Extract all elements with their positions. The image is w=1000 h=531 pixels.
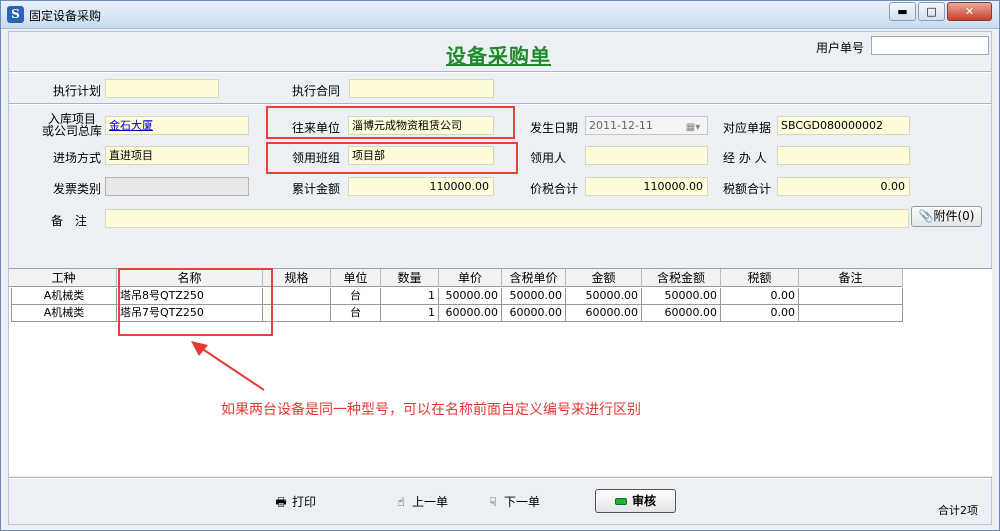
status-led-icon: [614, 498, 627, 505]
cell-qty[interactable]: 1: [381, 305, 439, 322]
print-label: 打印: [292, 495, 317, 509]
annotation-note: 如果两台设备是同一种型号，可以在名称前面自定义编号来进行区别: [221, 402, 641, 418]
exec-contract-label: 执行合同: [292, 84, 341, 98]
cell-taxed-price[interactable]: 60000.00: [502, 305, 566, 322]
cell-spec[interactable]: [263, 305, 331, 322]
storage-project-input[interactable]: 金石大厦: [105, 116, 249, 135]
page-title: 设备采购单: [446, 44, 551, 68]
exec-contract-input[interactable]: [349, 79, 494, 98]
window-title: 固定设备采购: [29, 9, 102, 23]
col-header-unit[interactable]: 单位: [331, 269, 381, 287]
cell-taxed-price[interactable]: 50000.00: [502, 288, 566, 305]
cell-amount[interactable]: 50000.00: [566, 288, 642, 305]
pointing-down-icon: ☟: [489, 495, 497, 509]
cell-qty[interactable]: 1: [381, 288, 439, 305]
tax-sum-value: 0.00: [777, 177, 910, 196]
tax-total-value: 110000.00: [585, 177, 708, 196]
close-button[interactable]: ✕: [947, 2, 992, 21]
invoice-type-label: 发票类别: [53, 182, 102, 196]
highlight-team: [266, 142, 518, 174]
highlight-name-column: [118, 268, 273, 336]
calendar-dropdown-icon[interactable]: ▦▾: [678, 119, 708, 138]
user-no-input[interactable]: [871, 36, 989, 55]
cell-amount[interactable]: 60000.00: [566, 305, 642, 322]
highlight-partner: [266, 106, 515, 139]
entry-mode-input[interactable]: 直进项目: [105, 146, 249, 165]
receiver-label: 领用人: [530, 151, 567, 165]
storage-project-label-line2: 或公司总库: [42, 124, 103, 138]
cell-tax[interactable]: 0.00: [721, 288, 799, 305]
handler-input[interactable]: [777, 146, 910, 165]
printer-icon: 🖶: [275, 495, 287, 509]
divider: [9, 71, 991, 73]
cell-unit[interactable]: 台: [331, 288, 381, 305]
tax-sum-label: 税额合计: [723, 182, 772, 196]
cell-remark[interactable]: [799, 305, 903, 322]
app-window: S 固定设备采购 ▬ □ ✕ 设备采购单 用户单号 执行计划 执行合同 入库项目…: [0, 0, 1000, 531]
pointing-up-icon: ☝: [397, 495, 405, 509]
divider: [9, 103, 991, 105]
date-label: 发生日期: [530, 121, 579, 135]
minimize-button[interactable]: ▬: [889, 2, 916, 21]
handler-label: 经 办 人: [723, 151, 767, 165]
title-bar: S 固定设备采购 ▬ □ ✕: [1, 1, 999, 29]
cell-taxed-amount[interactable]: 50000.00: [642, 288, 721, 305]
col-header-remark[interactable]: 备注: [799, 269, 903, 287]
attachment-button[interactable]: 📎附件(0): [911, 206, 982, 227]
tax-total-label: 价税合计: [530, 182, 579, 196]
ref-doc-label: 对应单据: [723, 121, 772, 135]
prev-button[interactable]: ☝ 上一单: [393, 493, 448, 511]
col-header-tax[interactable]: 税额: [721, 269, 799, 287]
print-button[interactable]: 🖶 打印: [273, 493, 316, 511]
cell-worktype[interactable]: A机械类: [11, 288, 117, 305]
divider: [9, 477, 991, 479]
attachment-label: 附件(0): [933, 209, 975, 223]
entry-mode-label: 进场方式: [53, 151, 102, 165]
col-header-worktype[interactable]: 工种: [11, 269, 117, 287]
app-logo-icon: S: [7, 6, 24, 23]
storage-project-label: 入库项目 或公司总库: [42, 113, 102, 137]
cell-remark[interactable]: [799, 288, 903, 305]
annotation-arrow-icon: [191, 341, 265, 391]
paperclip-icon: 📎: [918, 209, 934, 223]
audit-button[interactable]: 审核: [595, 489, 676, 513]
exec-plan-input[interactable]: [105, 79, 219, 98]
user-no-label: 用户单号: [816, 41, 865, 55]
col-header-qty[interactable]: 数量: [381, 269, 439, 287]
cell-price[interactable]: 60000.00: [439, 305, 502, 322]
col-header-taxed-amount[interactable]: 含税金额: [642, 269, 721, 287]
exec-plan-label: 执行计划: [53, 84, 102, 98]
invoice-type-input[interactable]: [105, 177, 249, 196]
next-button[interactable]: ☟ 下一单: [485, 493, 540, 511]
cell-worktype[interactable]: A机械类: [11, 305, 117, 322]
next-label: 下一单: [504, 495, 541, 509]
cell-price[interactable]: 50000.00: [439, 288, 502, 305]
total-amount-label: 累计金额: [292, 182, 341, 196]
cell-tax[interactable]: 0.00: [721, 305, 799, 322]
receiver-input[interactable]: [585, 146, 708, 165]
cell-spec[interactable]: [263, 288, 331, 305]
maximize-button[interactable]: □: [918, 2, 945, 21]
remark-input[interactable]: [105, 209, 909, 228]
total-items-count: 合计2项: [938, 504, 978, 517]
cell-taxed-amount[interactable]: 60000.00: [642, 305, 721, 322]
total-amount-value: 110000.00: [348, 177, 494, 196]
audit-label: 审核: [631, 494, 656, 508]
remark-label: 备 注: [51, 214, 88, 228]
cell-unit[interactable]: 台: [331, 305, 381, 322]
col-header-price[interactable]: 单价: [439, 269, 502, 287]
col-header-amount[interactable]: 金额: [566, 269, 642, 287]
prev-label: 上一单: [412, 495, 449, 509]
col-header-spec[interactable]: 规格: [263, 269, 331, 287]
ref-doc-input[interactable]: SBCGD080000002: [777, 116, 910, 135]
col-header-taxed-price[interactable]: 含税单价: [502, 269, 566, 287]
